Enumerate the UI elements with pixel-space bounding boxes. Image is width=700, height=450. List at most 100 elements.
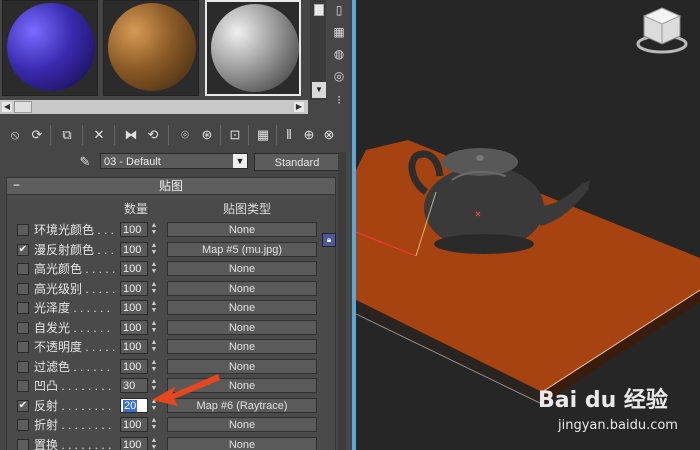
slot-dropdown-arrow-icon[interactable]: ▼	[312, 82, 326, 98]
material-sphere-preview	[7, 3, 95, 91]
material-name-row: ✎ 03 - Default ▼ Standard	[0, 152, 350, 172]
map-channel-label: 环境光颜色 . . .	[34, 223, 115, 237]
map-amount-field[interactable]: 100	[120, 319, 148, 335]
map-amount-value: 100	[123, 321, 142, 334]
perspective-viewport[interactable]: Bai du 经验 jingyan.baidu.com	[356, 0, 700, 450]
watermark-logo: Bai du 经验	[538, 388, 668, 413]
material-editor-panel: ▼ ▯ ▦ ◍ ◎ ⁝ ◀ ▶ ⦸ ⟳ ⧉ ✕ ⧓ ⟲ ⌾ ⊛ ⊡ ▦ ⫴ ⊕ …	[0, 0, 350, 450]
chevron-down-icon[interactable]: ▼	[233, 154, 247, 168]
map-amount-field[interactable]: 100	[120, 358, 148, 374]
side-tool-column: ▯ ▦ ◍ ◎ ⁝	[328, 0, 350, 120]
make-unique-icon[interactable]: ⧓	[122, 126, 140, 144]
map-amount-field[interactable]: 20	[120, 397, 148, 413]
rollout-scrollbar[interactable]	[338, 152, 346, 450]
map-type-button[interactable]: None	[167, 261, 317, 276]
annotation-arrow	[152, 374, 220, 406]
map-type-button[interactable]: None	[167, 222, 317, 237]
amount-spinner-icon[interactable]: ▲ ▼	[149, 281, 159, 296]
map-enable-checkbox[interactable]	[17, 224, 29, 236]
map-enable-checkbox[interactable]	[17, 282, 29, 295]
show-end-result-icon[interactable]: ⊡	[226, 126, 244, 144]
map-amount-field[interactable]: 100	[120, 241, 148, 257]
go-forward-sibling-icon[interactable]: ⫴	[280, 126, 298, 144]
material-name-dropdown[interactable]: 03 - Default ▼	[100, 153, 248, 169]
slot-scroll-thumb[interactable]	[314, 4, 324, 16]
maptype-column-header: 贴图类型	[223, 202, 272, 216]
map-amount-field[interactable]: 100	[120, 339, 148, 354]
slot-horizontal-scrollbar[interactable]: ◀ ▶	[0, 100, 308, 114]
amount-spinner-icon[interactable]: ▲ ▼	[149, 320, 159, 335]
map-amount-field[interactable]: 100	[120, 222, 148, 237]
map-type-button[interactable]: None	[167, 339, 317, 354]
map-type-button[interactable]: Map #5 (mu.jpg)	[167, 241, 317, 257]
put-to-scene-icon[interactable]: ⟳	[28, 126, 46, 144]
amount-spinner-icon[interactable]: ▲ ▼	[149, 261, 159, 276]
map-enable-checkbox[interactable]	[17, 302, 29, 314]
reset-map-icon[interactable]: ✕	[90, 126, 108, 144]
sample-slot-wood[interactable]	[103, 0, 199, 96]
map-enable-checkbox[interactable]	[17, 380, 29, 392]
amount-spinner-icon[interactable]: ▲ ▼	[149, 339, 159, 354]
map-enable-checkbox[interactable]	[17, 341, 29, 353]
map-amount-field[interactable]: 100	[120, 300, 148, 315]
material-id-icon[interactable]: ⌾	[176, 126, 194, 144]
go-to-parent-icon[interactable]: ▦	[254, 126, 272, 144]
map-enable-checkbox[interactable]: ✔	[17, 243, 29, 256]
sample-slot-default-gray[interactable]	[205, 0, 301, 96]
material-name-value: 03 - Default	[104, 156, 161, 168]
get-material-icon[interactable]: ⦸	[6, 126, 24, 144]
map-amount-field[interactable]: 30	[120, 378, 148, 393]
material-toolbar: ⦸ ⟳ ⧉ ✕ ⧓ ⟲ ⌾ ⊛ ⊡ ▦ ⫴ ⊕ ⊗	[0, 122, 350, 148]
map-amount-value: 100	[123, 419, 142, 431]
hscroll-thumb[interactable]	[14, 101, 32, 113]
map-channel-label: 不透明度 . . . . .	[34, 340, 116, 354]
map-row: 折射 . . . . . . . . 100 ▲ ▼ None	[7, 415, 335, 435]
map-type-button[interactable]: None	[167, 319, 317, 335]
map-enable-checkbox[interactable]	[17, 360, 29, 373]
map-amount-field[interactable]: 100	[120, 436, 148, 450]
map-amount-value: 100	[123, 438, 142, 450]
amount-spinner-icon[interactable]: ▲ ▼	[149, 242, 159, 257]
map-enable-checkbox[interactable]	[17, 321, 29, 334]
eyedropper-icon[interactable]: ✎	[76, 153, 94, 171]
map-enable-checkbox[interactable]	[17, 263, 29, 275]
map-enable-checkbox[interactable]	[17, 419, 29, 431]
options-icon[interactable]: ⁝	[331, 92, 347, 108]
pick-material-icon[interactable]: ⊕	[300, 126, 318, 144]
map-amount-value: 30	[123, 380, 136, 392]
scroll-right-icon[interactable]: ▶	[294, 102, 304, 112]
material-type-button[interactable]: Standard	[254, 153, 340, 171]
material-map-navigator-icon[interactable]: ⊗	[320, 126, 338, 144]
material-sphere-preview	[211, 4, 299, 92]
viewcube-icon[interactable]	[632, 2, 692, 56]
scroll-left-icon[interactable]: ◀	[2, 102, 12, 112]
lock-icon[interactable]: 🔒︎	[322, 233, 336, 247]
put-to-library-icon[interactable]: ⟲	[144, 126, 162, 144]
maps-rollout-title: 贴图	[158, 179, 183, 193]
map-amount-field[interactable]: 100	[120, 417, 148, 432]
show-map-icon[interactable]: ⊛	[198, 126, 216, 144]
video-color-check-icon[interactable]: ◎	[331, 68, 347, 84]
map-enable-checkbox[interactable]: ✔	[17, 399, 29, 412]
amount-spinner-icon[interactable]: ▲ ▼	[149, 417, 159, 432]
map-type-button[interactable]: None	[167, 436, 317, 450]
map-type-button[interactable]: None	[167, 300, 317, 315]
assign-to-selection-icon[interactable]: ⧉	[58, 126, 76, 144]
map-type-button[interactable]: None	[167, 417, 317, 432]
amount-spinner-icon[interactable]: ▲ ▼	[149, 300, 159, 315]
map-enable-checkbox[interactable]	[17, 438, 29, 450]
sample-uv-tiling-icon[interactable]: ◍	[331, 46, 347, 62]
map-row: 光泽度 . . . . . . 100 ▲ ▼ None	[7, 298, 335, 318]
amount-spinner-icon[interactable]: ▲ ▼	[149, 437, 159, 450]
map-amount-value: 100	[123, 360, 142, 373]
maps-rollout-header[interactable]: − 贴图	[7, 178, 335, 195]
sample-slot-purple-glossy[interactable]	[2, 0, 98, 96]
amount-spinner-icon[interactable]: ▲ ▼	[149, 222, 159, 237]
map-amount-value: 100	[123, 341, 142, 353]
map-amount-field[interactable]: 100	[120, 261, 148, 276]
backlight-icon[interactable]: ▯	[331, 2, 347, 18]
map-amount-field[interactable]: 100	[120, 280, 148, 296]
background-icon[interactable]: ▦	[331, 24, 347, 40]
map-amount-value: 100	[123, 224, 142, 236]
map-type-button[interactable]: None	[167, 280, 317, 296]
